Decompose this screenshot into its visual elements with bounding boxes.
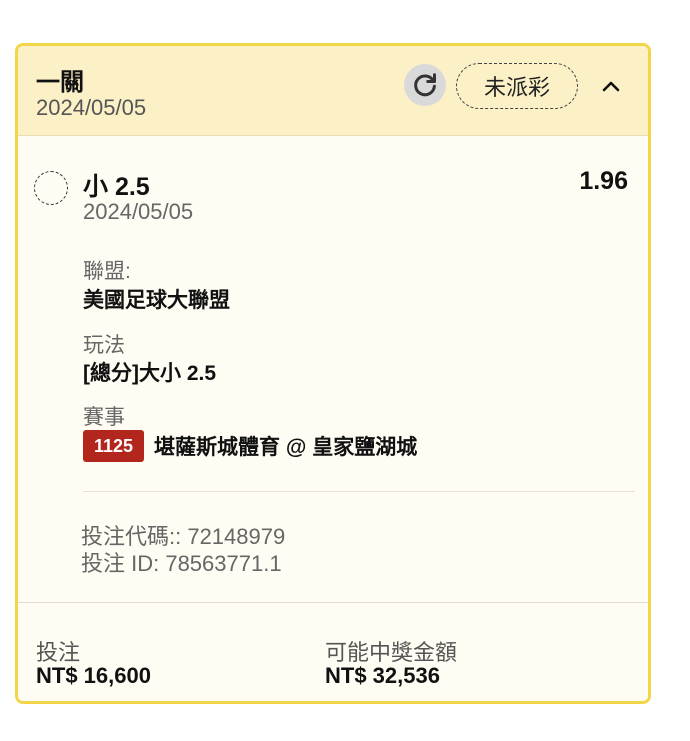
collapse-button[interactable] <box>596 71 626 101</box>
event-row: 1125 堪薩斯城體育 @ 皇家鹽湖城 <box>83 429 417 463</box>
potential-payout-value: NT$ 32,536 <box>325 663 440 688</box>
chevron-up-icon <box>602 81 620 92</box>
league-value: 美國足球大聯盟 <box>83 289 230 312</box>
bet-slip-header: 一關 2024/05/05 未派彩 <box>18 46 648 136</box>
refresh-button[interactable] <box>404 64 446 106</box>
stake-value: NT$ 16,600 <box>36 663 151 688</box>
event-number-badge: 1125 <box>83 430 145 462</box>
bet-details: 小 2.5 1.96 2024/05/05 聯盟: 美國足球大聯盟 玩法 [總分… <box>18 137 648 602</box>
selection-odds: 1.96 <box>579 167 628 195</box>
market-label: 玩法 <box>83 334 125 357</box>
league-label: 聯盟: <box>83 260 131 283</box>
market-value: [總分]大小 2.5 <box>83 362 217 385</box>
divider <box>83 491 635 492</box>
refresh-icon <box>414 73 436 97</box>
bet-type-title: 一關 <box>36 69 84 96</box>
selection-radio[interactable] <box>34 171 68 205</box>
bet-date: 2024/05/05 <box>36 95 147 120</box>
selection-name: 小 2.5 <box>83 173 150 201</box>
event-label: 賽事 <box>83 406 125 429</box>
bet-id: 投注 ID: 78563771.1 <box>81 551 282 576</box>
bet-slip-card: 一關 2024/05/05 未派彩 小 2.5 1.96 2024/05/05 … <box>15 43 651 704</box>
status-badge: 未派彩 <box>456 63 578 109</box>
event-name: 堪薩斯城體育 @ 皇家鹽湖城 <box>154 436 418 459</box>
bet-summary-footer: 投注 NT$ 16,600 可能中獎金額 NT$ 32,536 <box>18 602 648 701</box>
selection-date: 2024/05/05 <box>83 199 194 224</box>
